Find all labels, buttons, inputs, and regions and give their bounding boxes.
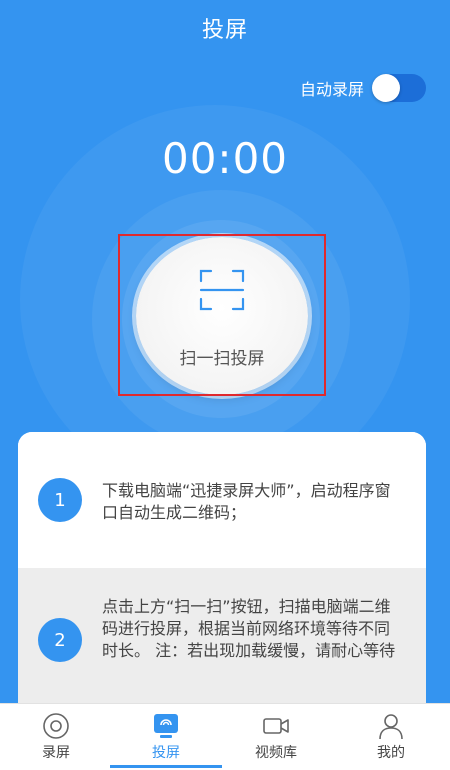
step-text: 点击上方“扫一扫”按钮，扫描电脑端二维码进行投屏，根据当前网络环境等待不同时长。… (102, 597, 396, 660)
record-icon (43, 713, 69, 739)
instructions-card: 1 下载电脑端“迅捷录屏大师”，启动程序窗口自动生成二维码； 2 点击上方“扫一… (18, 432, 426, 722)
toggle-knob (372, 74, 400, 102)
step-number-badge: 1 (38, 478, 82, 522)
auto-record-label: 自动录屏 (299, 80, 364, 99)
auto-record-setting: 自动录屏 (300, 74, 426, 102)
instruction-step: 2 点击上方“扫一扫”按钮，扫描电脑端二维码进行投屏，根据当前网络环境等待不同时… (18, 568, 426, 722)
auto-record-toggle[interactable] (372, 74, 426, 102)
tab-profile[interactable]: 我的 (335, 704, 447, 770)
scan-frame-icon (199, 269, 245, 311)
tab-label: 录屏 (42, 745, 70, 761)
tab-label: 投屏 (152, 745, 180, 761)
scan-to-cast-button[interactable]: 扫一扫投屏 (136, 237, 308, 395)
tab-label: 我的 (377, 745, 405, 761)
scan-to-cast-label: 扫一扫投屏 (179, 349, 265, 369)
tab-record[interactable]: 录屏 (0, 704, 112, 770)
step-number-badge: 2 (38, 618, 82, 662)
recording-timer: 00:00 (161, 134, 289, 183)
step-text: 下载电脑端“迅捷录屏大师”，启动程序窗口自动生成二维码； (102, 481, 391, 522)
video-library-icon (263, 718, 289, 734)
cast-icon (154, 714, 178, 738)
page-title: 投屏 (201, 18, 248, 43)
instruction-step: 1 下载电脑端“迅捷录屏大师”，启动程序窗口自动生成二维码； (18, 432, 426, 568)
tab-video-library[interactable]: 视频库 (220, 704, 332, 770)
tab-label: 视频库 (255, 745, 297, 761)
bottom-tab-bar: 录屏 投屏 视频库 我的 (0, 703, 450, 770)
cast-screen: 投屏 自动录屏 00:00 扫一扫投屏 1 下载电脑端“迅捷录屏大师”，启动程序… (0, 0, 450, 770)
tab-cast[interactable]: 投屏 (110, 704, 222, 770)
profile-icon (379, 714, 403, 740)
active-tab-indicator (110, 765, 222, 768)
